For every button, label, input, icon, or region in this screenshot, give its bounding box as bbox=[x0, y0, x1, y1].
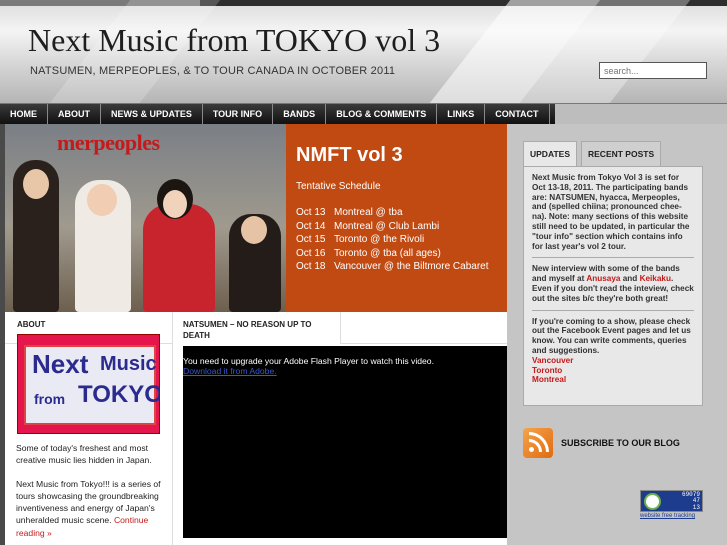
keikaku-link[interactable]: Keikaku bbox=[640, 274, 671, 283]
schedule-row: Oct 18 Vancouver @ the Biltmore Cabaret bbox=[296, 260, 497, 274]
tab-recent-posts[interactable]: RECENT POSTS bbox=[581, 141, 662, 166]
nav-item-contact[interactable]: CONTACT bbox=[485, 104, 550, 124]
visitor-counter[interactable]: 69079 47 13 bbox=[640, 490, 703, 512]
nav-item-blog-comments[interactable]: BLOG & COMMENTS bbox=[326, 104, 438, 124]
band-member-face bbox=[241, 216, 267, 244]
schedule-row: Oct 16 Toronto @ tba (all ages) bbox=[296, 247, 497, 261]
band-member-figure bbox=[143, 204, 215, 312]
logo-text-next: Next bbox=[32, 349, 89, 379]
sidebar-tabs: UPDATES RECENT POSTS bbox=[523, 141, 665, 166]
montreal-event-link[interactable]: Montreal bbox=[532, 375, 694, 385]
nav-item-news-updates[interactable]: NEWS & UPDATES bbox=[101, 104, 203, 124]
counter-value: 13 bbox=[692, 503, 700, 511]
hero-band-logo: merpeoples bbox=[57, 130, 160, 155]
hero-title[interactable]: NMFT vol 3 bbox=[296, 144, 497, 167]
schedule-venue: Montreal @ tba bbox=[334, 207, 403, 218]
update-text: and bbox=[620, 274, 640, 284]
schedule-date: Oct 16 bbox=[296, 247, 326, 259]
logo-text-music: Music bbox=[100, 353, 157, 375]
counter-logo-icon bbox=[644, 493, 661, 510]
schedule-row: Oct 14 Montreal @ Club Lambi bbox=[296, 220, 497, 234]
schedule-date: Oct 14 bbox=[296, 220, 326, 232]
counter-caption[interactable]: website free tracking bbox=[640, 513, 695, 519]
video-heading-spacer bbox=[340, 312, 507, 344]
logo-text-from: from bbox=[34, 391, 66, 407]
nav-item-tour-info[interactable]: TOUR INFO bbox=[203, 104, 274, 124]
schedule-date: Oct 18 bbox=[296, 261, 326, 272]
vancouver-event-link[interactable]: Vancouver bbox=[532, 356, 694, 366]
update-item: If you're coming to a show, please check… bbox=[532, 317, 694, 392]
about-text: Some of today's freshest and most creati… bbox=[16, 442, 166, 539]
band-member-face bbox=[23, 169, 49, 199]
anusaya-link[interactable]: Anusaya bbox=[586, 274, 620, 283]
site-header: Next Music from TOKYO vol 3 NATSUMEN, ME… bbox=[0, 0, 727, 103]
rss-icon[interactable] bbox=[523, 428, 553, 458]
video-column: NATSUMEN – NO REASON UP TO DEATH You nee… bbox=[174, 312, 507, 545]
hero-band-photo[interactable]: merpeoples bbox=[5, 124, 286, 312]
video-player[interactable]: You need to upgrade your Adobe Flash Pla… bbox=[183, 346, 507, 538]
logo-panel: Next Music from TOKYO bbox=[24, 345, 159, 425]
nav-item-links[interactable]: LINKS bbox=[437, 104, 486, 124]
nav-filler bbox=[554, 104, 727, 124]
tab-updates[interactable]: UPDATES bbox=[523, 141, 577, 166]
schedule-list: Oct 13 Montreal @ tba Oct 14 Montreal @ Cl… bbox=[296, 206, 497, 274]
main-content: ABOUT Next Music from TOKYO Some of toda… bbox=[5, 312, 507, 545]
band-member-face bbox=[87, 184, 117, 216]
nav-item-about[interactable]: ABOUT bbox=[48, 104, 101, 124]
update-text: If you're coming to a show, please check… bbox=[532, 316, 691, 355]
update-item: Next Music from Tokyo Vol 3 is set for O… bbox=[532, 173, 694, 259]
main-nav: HOME ABOUT NEWS & UPDATES TOUR INFO BAND… bbox=[0, 103, 727, 124]
about-column: ABOUT Next Music from TOKYO Some of toda… bbox=[5, 312, 173, 545]
counter-values: 69079 47 13 bbox=[682, 491, 700, 511]
schedule-date: Oct 15 bbox=[296, 234, 326, 245]
flash-upgrade-message: You need to upgrade your Adobe Flash Pla… bbox=[183, 356, 434, 366]
sidebar: UPDATES RECENT POSTS Next Music from Tok… bbox=[507, 124, 727, 545]
schedule-row: Oct 15 Toronto @ the Rivoli bbox=[296, 233, 497, 247]
about-paragraph: Next Music from Tokyo!!! is a series of … bbox=[16, 478, 166, 538]
hero-schedule-panel: NMFT vol 3 Tentative Schedule Oct 13 Mont… bbox=[286, 124, 507, 312]
site-title[interactable]: Next Music from TOKYO vol 3 bbox=[28, 22, 440, 59]
video-title[interactable]: NATSUMEN – NO REASON UP TO DEATH bbox=[183, 319, 333, 341]
schedule-venue: Toronto @ the Rivoli bbox=[334, 234, 425, 245]
band-member-face bbox=[163, 190, 187, 218]
about-paragraph: Some of today's freshest and most creati… bbox=[16, 443, 152, 466]
download-flash-link[interactable]: Download it from Adobe. bbox=[183, 366, 507, 376]
schedule-venue: Montreal @ Club Lambi bbox=[334, 220, 440, 232]
toronto-event-link[interactable]: Toronto bbox=[532, 366, 694, 376]
schedule-date: Oct 13 bbox=[296, 207, 326, 218]
subscribe-row[interactable]: SUBSCRIBE TO OUR BLOG bbox=[523, 428, 680, 458]
schedule-venue: Vancouver @ the Biltmore Cabaret bbox=[334, 261, 489, 272]
nmft-logo[interactable]: Next Music from TOKYO bbox=[17, 334, 160, 434]
search-input[interactable] bbox=[599, 62, 707, 79]
schedule-venue: Toronto @ tba (all ages) bbox=[334, 247, 441, 259]
updates-panel: Next Music from Tokyo Vol 3 is set for O… bbox=[523, 166, 703, 406]
nav-item-home[interactable]: HOME bbox=[0, 104, 48, 124]
site-tagline: NATSUMEN, MERPEOPLES, & TO TOUR CANADA I… bbox=[30, 65, 396, 77]
logo-text-tokyo: TOKYO bbox=[78, 381, 160, 408]
update-item: New interview with some of the bands and… bbox=[532, 264, 694, 311]
subscribe-label[interactable]: SUBSCRIBE TO OUR BLOG bbox=[561, 438, 680, 448]
hero-subtitle: Tentative Schedule bbox=[296, 181, 381, 192]
nav-item-bands[interactable]: BANDS bbox=[273, 104, 327, 124]
schedule-row: Oct 13 Montreal @ tba bbox=[296, 206, 497, 220]
